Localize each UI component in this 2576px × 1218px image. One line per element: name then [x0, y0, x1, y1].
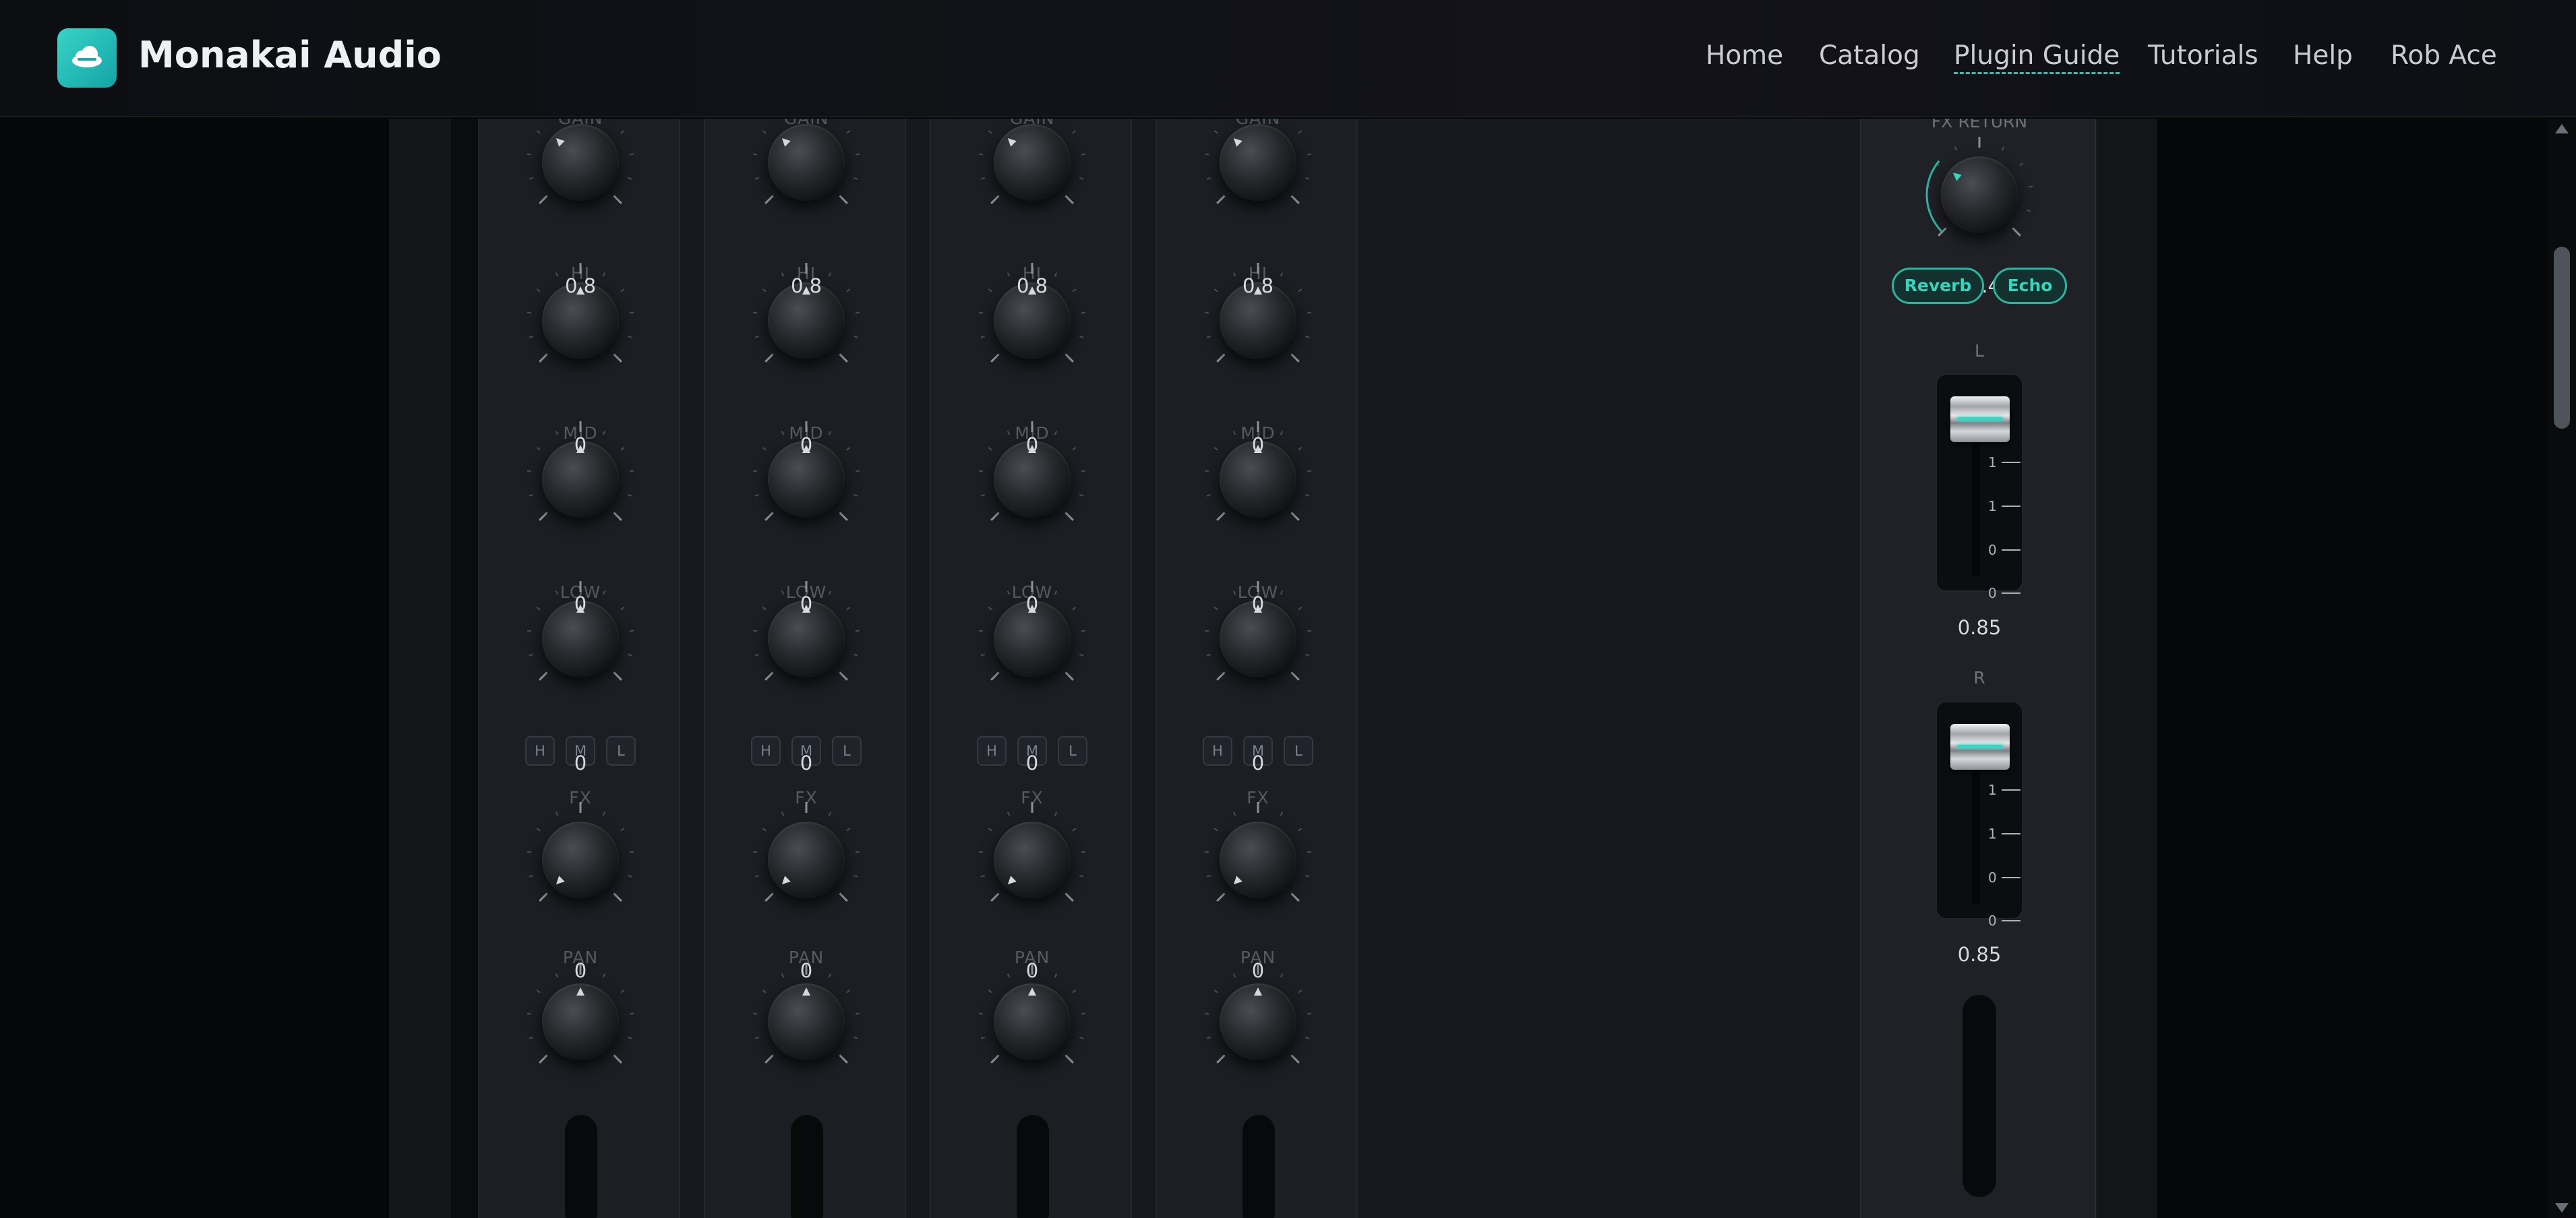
hi-value: 0.8	[790, 274, 822, 297]
scale-tick: 1	[1988, 498, 2022, 514]
fx-return-label: FX RETURN	[1931, 119, 2028, 131]
knob-pointer-icon	[556, 138, 565, 147]
knob-pointer-icon	[1007, 876, 1017, 885]
fx-send-knob[interactable]	[520, 799, 641, 921]
nav-tutorials[interactable]: Tutorials	[2148, 40, 2258, 71]
scale-tick-label: 1	[1988, 454, 1997, 470]
nav-catalog[interactable]: Catalog	[1819, 40, 1920, 71]
eq-value: 0	[1025, 752, 1039, 774]
knob-pointer-icon	[1028, 987, 1036, 996]
scrollbar-thumb[interactable]	[2554, 247, 2570, 429]
channel-fader-slot[interactable]	[791, 1115, 823, 1218]
mid-value: 0	[1025, 433, 1039, 456]
mid-value: 0	[1251, 433, 1265, 456]
gain-knob[interactable]	[746, 119, 867, 223]
knob-pointer-icon	[802, 987, 810, 996]
hi-value: 0.8	[1016, 274, 1048, 297]
scroll-down-arrow-icon[interactable]	[2555, 1203, 2569, 1213]
fx-send-knob[interactable]	[971, 799, 1093, 921]
fx-send-knob[interactable]	[746, 799, 867, 921]
scale-tick-label: 1	[1988, 498, 1997, 514]
knob-pointer-icon	[1254, 987, 1262, 996]
top-navbar: Monakai Audio Home Catalog Plugin Guide …	[0, 0, 2576, 117]
channel-strip: GAINHI0.8MID0LOW0 H M L 0FXPAN0	[704, 119, 906, 1218]
pan-knob[interactable]	[971, 961, 1093, 1083]
channel-strip: GAINHI0.8MID0LOW0 H M L 0FXPAN0	[478, 119, 680, 1218]
channel-strip: GAINHI0.8MID0LOW0 H M L 0FXPAN0	[930, 119, 1132, 1218]
mixer-left-frame	[389, 119, 451, 1218]
nav-plugin-guide[interactable]: Plugin Guide	[1954, 40, 2120, 74]
fader-right-label: R	[1973, 668, 1985, 688]
fader-left-track	[1972, 442, 1980, 577]
fx-return-strip: FX RETURN 0.4 Reverb Echo L 1 1 0 0 0.85…	[1860, 119, 2096, 1218]
fader-left-label: L	[1975, 341, 1984, 361]
nav-user-rob-ace[interactable]: Rob Ace	[2391, 40, 2497, 71]
fader-left-cap[interactable]	[1950, 396, 2010, 442]
mixer-main-area: GAINHI0.8MID0LOW0 H M L 0FXPAN0GAINHI0.8…	[0, 119, 2548, 1218]
scale-tick: 0	[1988, 585, 2022, 601]
mixer-right-frame	[2098, 119, 2157, 1218]
gain-knob[interactable]	[971, 119, 1093, 223]
fader-right-track	[1972, 770, 1980, 905]
gain-knob[interactable]	[1197, 119, 1319, 223]
scale-tick: 0	[1988, 542, 2022, 558]
level-meter	[1963, 995, 1996, 1197]
channel-fader-slot[interactable]	[1242, 1115, 1275, 1218]
scale-tick-label: 1	[1988, 782, 1997, 798]
fader-right-cap[interactable]	[1950, 724, 2010, 770]
echo-button[interactable]: Echo	[1993, 268, 2067, 304]
scale-tick: 1	[1988, 454, 2022, 470]
fader-right[interactable]: 1 1 0 0	[1936, 701, 2023, 929]
knob-pointer-icon	[1233, 138, 1242, 147]
scale-tick-label: 0	[1988, 913, 1997, 929]
knob-pointer-icon	[1952, 173, 1962, 181]
scale-tick: 1	[1988, 826, 2022, 842]
monakai-logo-icon[interactable]	[57, 28, 117, 88]
gain-knob[interactable]	[520, 119, 641, 223]
nav-help[interactable]: Help	[2293, 40, 2353, 71]
low-value: 0	[800, 592, 813, 615]
scale-tick-label: 0	[1988, 542, 1997, 558]
scale-tick: 0	[1988, 913, 2022, 929]
pan-knob[interactable]	[1197, 961, 1319, 1083]
eq-value: 0	[574, 752, 587, 774]
channel-strip: GAINHI0.8MID0LOW0 H M L 0FXPAN0	[1156, 119, 1358, 1218]
mid-value: 0	[800, 433, 813, 456]
channel-fader-slot[interactable]	[1017, 1115, 1049, 1218]
channel-fader-slot[interactable]	[565, 1115, 597, 1218]
fx-return-knob[interactable]	[1919, 134, 2040, 255]
fx-send-knob[interactable]	[1197, 799, 1319, 921]
scale-tick: 1	[1988, 782, 2022, 798]
pan-knob[interactable]	[746, 961, 867, 1083]
pan-knob[interactable]	[520, 961, 641, 1083]
nav-home[interactable]: Home	[1706, 40, 1783, 71]
knob-pointer-icon	[576, 987, 585, 996]
fader-left[interactable]: 1 1 0 0	[1936, 373, 2023, 601]
fader-left-value: 0.85	[1957, 616, 2002, 639]
scale-tick: 0	[1988, 870, 2022, 886]
knob-pointer-icon	[1007, 138, 1017, 147]
mid-value: 0	[574, 433, 587, 456]
mixer-console: GAINHI0.8MID0LOW0 H M L 0FXPAN0GAINHI0.8…	[478, 119, 2098, 1218]
knob-pointer-icon	[1233, 876, 1242, 885]
low-value: 0	[574, 592, 587, 615]
scale-tick-label: 1	[1988, 826, 1997, 842]
scale-tick-label: 0	[1988, 870, 1997, 886]
eq-value: 0	[800, 752, 813, 774]
hi-value: 0.8	[1242, 274, 1274, 297]
brand-name[interactable]: Monakai Audio	[138, 34, 442, 76]
fader-right-value: 0.85	[1957, 943, 2002, 966]
hi-value: 0.8	[564, 274, 597, 297]
mixer-left-rail	[451, 119, 478, 1218]
knob-pointer-icon	[781, 876, 791, 885]
page-scrollbar[interactable]	[2548, 119, 2576, 1218]
reverb-button[interactable]: Reverb	[1892, 268, 1984, 304]
scroll-up-arrow-icon[interactable]	[2555, 124, 2569, 133]
knob-pointer-icon	[556, 876, 565, 885]
low-value: 0	[1025, 592, 1039, 615]
eq-value: 0	[1251, 752, 1265, 774]
knob-pointer-icon	[781, 138, 791, 147]
low-value: 0	[1251, 592, 1265, 615]
scale-tick-label: 0	[1988, 585, 1997, 601]
